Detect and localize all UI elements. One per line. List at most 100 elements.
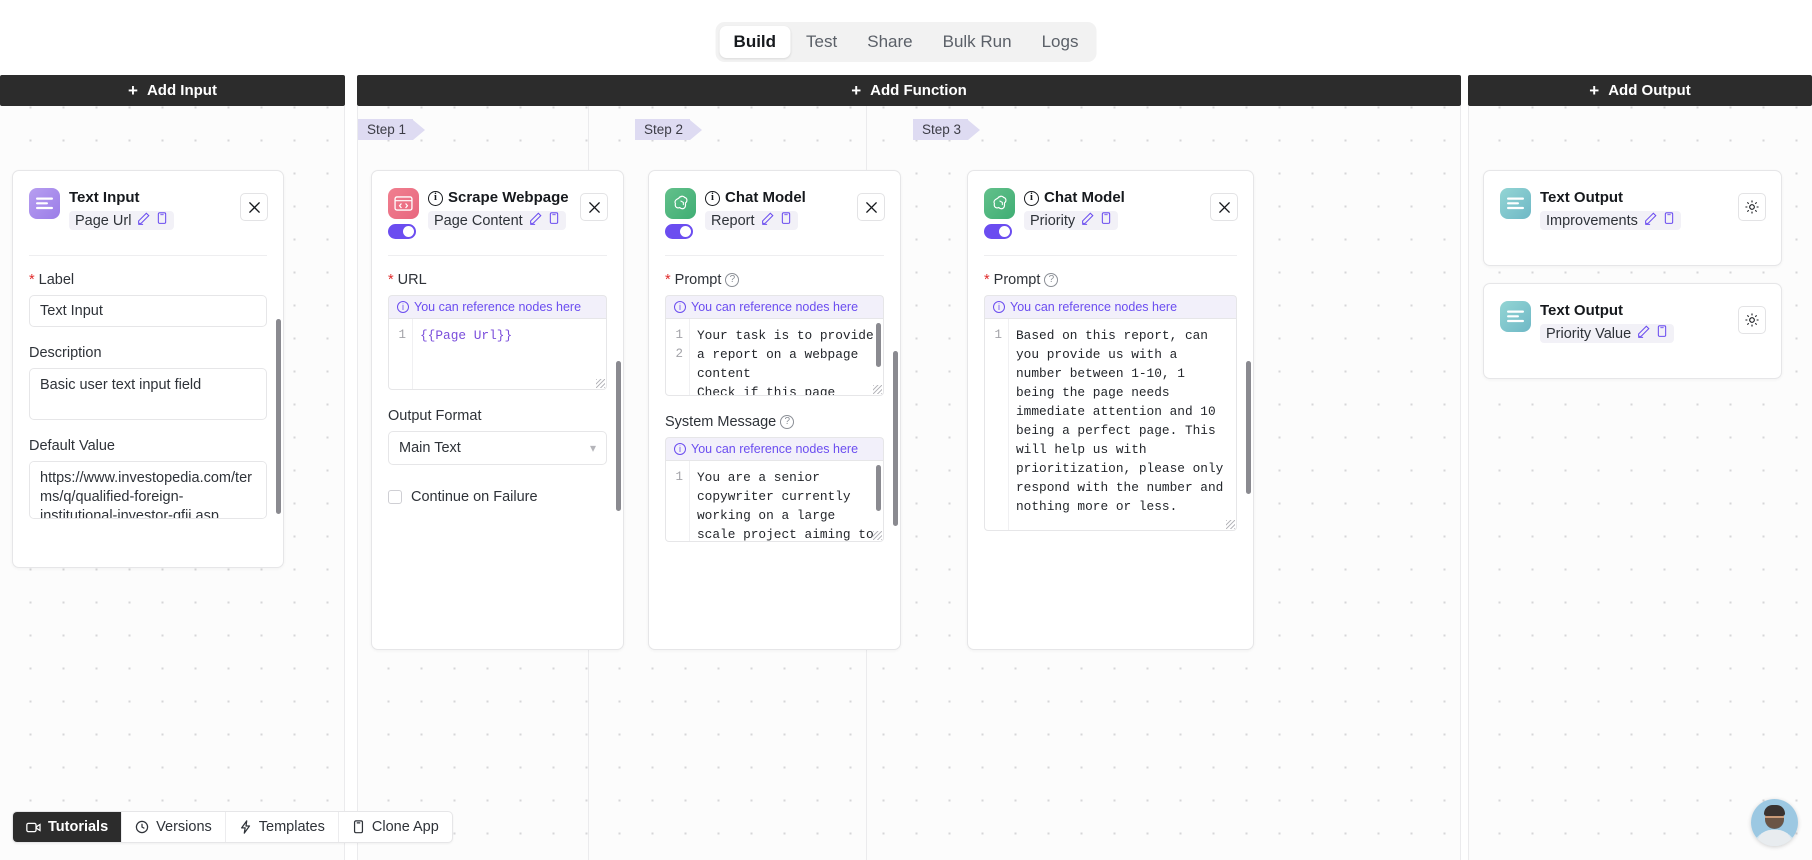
description-field-label: Description: [29, 345, 102, 361]
system-message-code[interactable]: You are a senior copywriter currently wo…: [689, 461, 883, 541]
close-button[interactable]: [580, 193, 608, 221]
node-badge[interactable]: Improvements: [1540, 211, 1681, 230]
copy-icon[interactable]: [1656, 325, 1668, 342]
prompt-editor[interactable]: 1 Based on this report, can you provide …: [984, 318, 1237, 531]
tutorials-button[interactable]: Tutorials: [13, 812, 123, 842]
support-avatar[interactable]: [1751, 799, 1798, 846]
output-format-value: Main Text: [399, 440, 461, 456]
tab-share[interactable]: Share: [853, 26, 926, 58]
node-enable-toggle[interactable]: [388, 224, 416, 239]
node-text-output-priority-value[interactable]: Text Output Priority Value: [1483, 283, 1782, 379]
info-icon[interactable]: i: [705, 190, 720, 206]
card-scrollbar[interactable]: [276, 319, 281, 514]
add-function-button[interactable]: + Add Function: [357, 75, 1461, 106]
add-input-label: Add Input: [146, 82, 217, 99]
edit-icon[interactable]: [761, 212, 774, 229]
video-icon: [26, 822, 41, 832]
edit-icon[interactable]: [1644, 212, 1657, 229]
node-text-input[interactable]: Text Input Page Url * Label Text Input D…: [12, 170, 284, 568]
node-badge[interactable]: Page Content: [428, 211, 566, 230]
node-enable-toggle[interactable]: [665, 224, 693, 239]
tab-test[interactable]: Test: [792, 26, 851, 58]
output-column: + Add Output Text Output Improvements Te…: [1468, 75, 1812, 860]
node-text-output-improvements[interactable]: Text Output Improvements: [1483, 170, 1782, 266]
close-button[interactable]: [1210, 193, 1238, 221]
chat-model-icon: [984, 188, 1015, 219]
add-input-button[interactable]: + Add Input: [0, 75, 345, 106]
editor-resize-handle[interactable]: [1226, 520, 1235, 529]
required-asterisk: *: [29, 272, 35, 288]
prompt-code[interactable]: Your task is to provide a report on a we…: [689, 319, 883, 395]
output-format-select[interactable]: Main Text ▾: [388, 431, 607, 465]
close-button[interactable]: [857, 193, 885, 221]
card-scrollbar[interactable]: [893, 351, 898, 526]
node-badge[interactable]: Priority: [1024, 211, 1119, 230]
system-message-editor[interactable]: 1 You are a senior copywriter currently …: [665, 460, 884, 542]
node-body: * URL i You can reference nodes here 1 {…: [388, 255, 607, 519]
output-canvas: Text Output Improvements Text Output Pri…: [1468, 106, 1812, 860]
node-header: i Chat Model Priority: [968, 171, 1253, 255]
url-code-value[interactable]: {{Page Url}}: [412, 319, 606, 389]
versions-button[interactable]: Versions: [122, 812, 226, 842]
tab-build[interactable]: Build: [719, 26, 791, 58]
step-2-tag: Step 2: [635, 119, 703, 140]
node-badge[interactable]: Report: [705, 211, 798, 230]
label-input[interactable]: [29, 295, 267, 327]
help-icon[interactable]: ?: [780, 415, 795, 429]
card-scrollbar[interactable]: [1246, 361, 1251, 494]
help-icon[interactable]: ?: [725, 273, 740, 287]
prompt-line-2: Check if this page meets Google Helpful …: [697, 385, 836, 395]
description-textarea[interactable]: [29, 368, 267, 420]
edit-icon[interactable]: [1081, 212, 1094, 229]
close-icon: [588, 201, 600, 213]
edit-icon[interactable]: [137, 212, 150, 229]
function-canvas: Step 1 i Scrape Webpage Page Content * U…: [357, 106, 1461, 860]
templates-button[interactable]: Templates: [226, 812, 339, 842]
node-scrape-webpage[interactable]: i Scrape Webpage Page Content * URL i Yo…: [371, 170, 624, 650]
clone-app-button[interactable]: Clone App: [339, 812, 452, 842]
node-badge[interactable]: Priority Value: [1540, 324, 1675, 343]
node-chat-model-report[interactable]: i Chat Model Report * Prompt ? i You can…: [648, 170, 901, 650]
copy-icon[interactable]: [156, 212, 168, 229]
url-reference-hint: i You can reference nodes here: [388, 295, 607, 318]
settings-button[interactable]: [1738, 193, 1766, 221]
url-editor[interactable]: 1 {{Page Url}}: [388, 318, 607, 390]
edit-icon[interactable]: [1637, 325, 1650, 342]
node-badge-label: Report: [711, 212, 755, 229]
system-message-reference-hint: i You can reference nodes here: [665, 437, 884, 460]
copy-icon[interactable]: [780, 212, 792, 229]
node-badge-label: Priority Value: [1546, 325, 1632, 342]
default-value-textarea[interactable]: [29, 461, 267, 519]
node-badge[interactable]: Page Url: [69, 211, 175, 230]
editor-scrollbar[interactable]: [876, 465, 881, 511]
editor-resize-handle[interactable]: [873, 385, 882, 394]
lines-glyph: [1507, 310, 1524, 323]
tab-bulk-run[interactable]: Bulk Run: [929, 26, 1026, 58]
node-chat-model-priority[interactable]: i Chat Model Priority * Prompt ? i You c…: [967, 170, 1254, 650]
copy-icon[interactable]: [1663, 212, 1675, 229]
info-icon[interactable]: i: [1024, 190, 1039, 206]
editor-resize-handle[interactable]: [873, 531, 882, 540]
settings-button[interactable]: [1738, 306, 1766, 334]
add-output-button[interactable]: + Add Output: [1468, 75, 1812, 106]
prompt-reference-hint: i You can reference nodes here: [665, 295, 884, 318]
close-button[interactable]: [240, 193, 268, 221]
editor-scrollbar[interactable]: [876, 323, 881, 367]
editor-resize-handle[interactable]: [596, 379, 605, 388]
prompt-editor[interactable]: 12 Your task is to provide a report on a…: [665, 318, 884, 396]
node-enable-toggle[interactable]: [984, 224, 1012, 239]
editor-gutter: 1: [994, 328, 1002, 342]
prompt-code[interactable]: Based on this report, can you provide us…: [1008, 319, 1236, 530]
info-icon[interactable]: i: [428, 190, 443, 206]
copy-icon[interactable]: [1100, 212, 1112, 229]
continue-on-failure-row[interactable]: Continue on Failure: [388, 489, 607, 505]
continue-on-failure-checkbox[interactable]: [388, 490, 402, 504]
tab-logs[interactable]: Logs: [1028, 26, 1093, 58]
node-badge-label: Page Url: [75, 212, 132, 229]
card-scrollbar[interactable]: [616, 361, 621, 511]
edit-icon[interactable]: [529, 212, 542, 229]
gear-icon: [1745, 313, 1759, 327]
help-icon[interactable]: ?: [1044, 273, 1059, 287]
text-output-icon: [1500, 188, 1531, 219]
copy-icon[interactable]: [548, 212, 560, 229]
